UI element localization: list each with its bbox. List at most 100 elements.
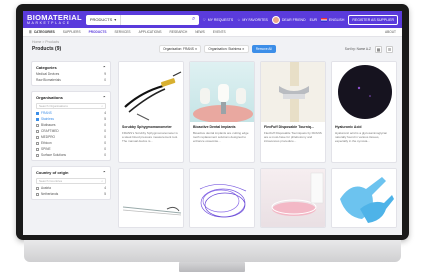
category-item[interactable]: Raw Biomaterials 0	[36, 78, 106, 82]
nav-item-services[interactable]: SERVICES	[115, 30, 131, 34]
country-search-input[interactable]: Search Countries ⌕	[36, 178, 106, 184]
product-image-petri-dish[interactable]	[261, 169, 325, 227]
main-nav: ☰ CATEGORIES SUPPLIERS PRODUCTS SERVICES…	[23, 28, 402, 37]
browser-screen: BIOMATERIAL MARKETPLACE PRODUCTS ▾ ⌕ ♡ M…	[23, 11, 402, 235]
product-description: FRANS's Scrubby Sphygmomanometer is a sl…	[122, 131, 178, 143]
product-image-dental-implants[interactable]	[190, 62, 254, 122]
organisation-count: 0	[104, 123, 106, 127]
country-checkbox[interactable]: Austria 4	[36, 186, 106, 190]
my-requests-link[interactable]: ♡ MY REQUESTS	[203, 18, 234, 22]
checkbox[interactable]	[36, 147, 39, 151]
category-count: 9	[104, 72, 106, 76]
title-row: Products (9) Organisation: FRANS ✕ Organ…	[23, 44, 402, 53]
search-category-select[interactable]: PRODUCTS ▾	[86, 14, 122, 25]
nav-item-news[interactable]: NEWS	[195, 30, 205, 34]
nav-item-about[interactable]: ABOUT	[385, 30, 396, 34]
origin-title[interactable]: Country of origin ⌃	[36, 170, 106, 175]
checkbox[interactable]	[36, 192, 39, 196]
product-card[interactable]: Scrubby Sphygmomanometer FRANS's Scrubby…	[118, 61, 184, 163]
site-header: BIOMATERIAL MARKETPLACE PRODUCTS ▾ ⌕ ♡ M…	[23, 11, 402, 28]
register-supplier-button[interactable]: REGISTER AS SUPPLIER	[348, 14, 398, 25]
nav-item-applications[interactable]: APPLICATIONS	[139, 30, 162, 34]
monitor-frame: BIOMATERIAL MARKETPLACE PRODUCTS ▾ ⌕ ♡ M…	[16, 4, 409, 272]
grid-view-icon[interactable]: ▦	[375, 45, 382, 53]
filter-chip-frans[interactable]: Organisation: FRANS ✕	[159, 45, 202, 53]
checkbox[interactable]	[36, 117, 39, 121]
product-image-hyaluronic-acid[interactable]	[332, 62, 396, 122]
product-image-purple-thread[interactable]	[190, 169, 254, 227]
organisation-checkbox[interactable]: SPINE 0	[36, 147, 106, 151]
product-name[interactable]: Bioactive Dental Implants	[190, 122, 254, 129]
currency-label: EUR	[309, 17, 317, 22]
product-name[interactable]: FlexFuff Disposable Tourniq...	[261, 122, 325, 129]
product-card[interactable]	[118, 168, 184, 228]
country-checkbox[interactable]: Netherlands 5	[36, 192, 106, 196]
country-count: 5	[104, 192, 106, 196]
remove-all-filters-button[interactable]: Remove All	[251, 45, 276, 53]
checkbox[interactable]	[36, 123, 39, 127]
organisation-checkbox[interactable]: Ethicon 0	[36, 141, 106, 145]
nav-item-products[interactable]: PRODUCTS	[89, 30, 107, 34]
monitor-chin	[24, 240, 401, 262]
checkbox[interactable]	[36, 129, 39, 133]
category-item[interactable]: Medical Devices 9	[36, 72, 106, 76]
country-label: Austria	[41, 186, 51, 190]
organisation-label: FRANS	[41, 111, 52, 115]
product-name[interactable]: Scrubby Sphygmomanometer	[119, 122, 183, 129]
language-select[interactable]: ENGLISH	[321, 17, 345, 22]
active-filters: Organisation: FRANS ✕ Organisation: Stai…	[159, 45, 276, 53]
checkbox[interactable]	[36, 111, 39, 115]
organisation-checkbox[interactable]: Biotissues 0	[36, 123, 106, 127]
product-image-sutures[interactable]	[119, 169, 183, 227]
organisation-label: Biotissues	[41, 123, 56, 127]
product-card[interactable]: Bioactive Dental Implants Bioactive dent…	[189, 61, 255, 163]
product-image-knee-implant[interactable]	[261, 62, 325, 122]
organisation-checkbox[interactable]: FRANS 4	[36, 111, 106, 115]
user-menu[interactable]: DEAR FRIEND	[271, 15, 306, 24]
list-view-icon[interactable]: ☰	[386, 45, 393, 53]
search-icon: ⌕	[101, 104, 103, 108]
filter-chip-stainless[interactable]: Organisation: Stainless ✕	[204, 45, 249, 53]
product-card[interactable]	[189, 168, 255, 228]
product-card[interactable]: Hyaluronic Acid Hyaluronic acid is a gly…	[331, 61, 397, 163]
organisations-title[interactable]: Organisations ⌃	[36, 95, 106, 100]
organisation-checkbox[interactable]: Surface Solutions 0	[36, 153, 106, 157]
site-logo[interactable]: BIOMATERIAL MARKETPLACE	[27, 12, 82, 26]
nav-item-categories[interactable]: ☰ CATEGORIES	[29, 30, 55, 34]
organisation-count: 0	[104, 135, 106, 139]
product-image-sphygmomanometer[interactable]	[119, 62, 183, 122]
organisation-checkbox[interactable]: CRAFTMED 0	[36, 129, 106, 133]
organisation-search-input[interactable]: Search Organisations ⌕	[36, 103, 106, 109]
filter-sidebar: Categories ⌃ Medical Devices 9 Raw Bioma…	[31, 61, 111, 205]
origin-panel: Country of origin ⌃ Search Countries ⌕ A…	[31, 166, 111, 200]
sort-select[interactable]: Sort by: Name A-Z	[345, 47, 371, 51]
nav-item-suppliers[interactable]: SUPPLIERS	[63, 30, 81, 34]
checkbox[interactable]	[36, 141, 39, 145]
category-label: Raw Biomaterials	[36, 78, 61, 82]
categories-title[interactable]: Categories ⌃	[36, 65, 106, 70]
search-icon[interactable]: ⌕	[189, 15, 199, 25]
organisation-checkbox[interactable]: Stainless 5	[36, 117, 106, 121]
product-card[interactable]	[260, 168, 326, 228]
checkbox[interactable]	[36, 153, 39, 157]
my-favorites-link[interactable]: ☆ MY FAVORITES	[237, 18, 268, 22]
logo-title: BIOMATERIAL	[27, 12, 82, 22]
language-label: ENGLISH	[329, 17, 345, 22]
organisation-label: Stainless	[41, 117, 54, 121]
product-card[interactable]: FlexFuff Disposable Tourniq... FlexFuff …	[260, 61, 326, 163]
product-description: FlexFuff Disposable Tourniquets by FRANS…	[264, 131, 322, 143]
organisation-checkbox[interactable]: MEDPRO 0	[36, 135, 106, 139]
organisation-list: FRANS 4 Stainless 5 Biotissues 0 CRAFTMED 0 MEDP…	[36, 111, 106, 157]
product-description: Hyaluronic acid is a glycosaminoglycan n…	[335, 131, 388, 143]
checkbox[interactable]	[36, 135, 39, 139]
product-name[interactable]: Hyaluronic Acid	[332, 122, 396, 129]
nav-item-events[interactable]: EVENTS	[213, 30, 226, 34]
avatar	[271, 15, 280, 24]
chevron-up-icon: ⌃	[102, 170, 106, 175]
product-card[interactable]	[331, 168, 397, 228]
breadcrumb[interactable]: Home > Products	[23, 37, 402, 44]
currency-select[interactable]: EUR	[310, 18, 317, 22]
checkbox[interactable]	[36, 186, 39, 190]
nav-item-research[interactable]: RESEARCH	[170, 30, 188, 34]
product-image-gloves[interactable]	[332, 169, 396, 227]
